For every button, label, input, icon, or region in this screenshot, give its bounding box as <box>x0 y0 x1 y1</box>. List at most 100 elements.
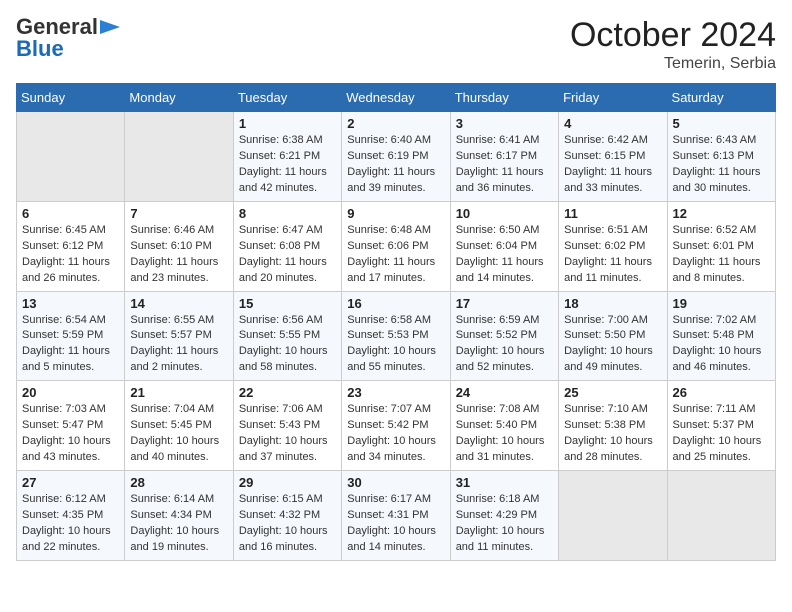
weekday-header-cell: Monday <box>125 84 233 112</box>
calendar-cell: 28Sunrise: 6:14 AMSunset: 4:34 PMDayligh… <box>125 471 233 561</box>
calendar-cell <box>667 471 775 561</box>
calendar-cell: 25Sunrise: 7:10 AMSunset: 5:38 PMDayligh… <box>559 381 667 471</box>
calendar-week-row: 13 Sunrise: 6:54 AMSunset: 5:59 PMDayligh… <box>17 291 776 381</box>
calendar-cell <box>125 112 233 202</box>
day-detail: Sunrise: 6:52 AMSunset: 6:01 PMDaylight:… <box>673 223 770 287</box>
day-number: 6 <box>22 206 119 221</box>
day-number: 15 <box>239 296 336 311</box>
page-header: General Blue October 2024 Temerin, Serbi… <box>16 16 776 73</box>
day-detail: Sunrise: 7:07 AMSunset: 5:42 PMDaylight:… <box>347 402 444 466</box>
day-detail: Sunrise: 6:43 AMSunset: 6:13 PMDaylight:… <box>673 133 770 197</box>
calendar-cell: 7 Sunrise: 6:46 AMSunset: 6:10 PMDaylight… <box>125 201 233 291</box>
calendar-cell: 14 Sunrise: 6:55 AMSunset: 5:57 PMDayligh… <box>125 291 233 381</box>
day-number: 22 <box>239 385 336 400</box>
day-number: 29 <box>239 475 336 490</box>
day-detail: Sunrise: 7:06 AMSunset: 5:43 PMDaylight:… <box>239 402 336 466</box>
day-detail: Sunrise: 6:56 AMSunset: 5:55 PMDaylight:… <box>239 313 336 377</box>
calendar-cell: 6 Sunrise: 6:45 AMSunset: 6:12 PMDaylight… <box>17 201 125 291</box>
day-detail: Sunrise: 6:47 AMSunset: 6:08 PMDaylight:… <box>239 223 336 287</box>
day-number: 11 <box>564 206 661 221</box>
logo-arrow-icon <box>100 20 120 34</box>
day-detail: Sunrise: 6:59 AMSunset: 5:52 PMDaylight:… <box>456 313 553 377</box>
day-detail: Sunrise: 7:10 AMSunset: 5:38 PMDaylight:… <box>564 402 661 466</box>
calendar-cell <box>17 112 125 202</box>
day-number: 7 <box>130 206 227 221</box>
calendar-table: SundayMondayTuesdayWednesdayThursdayFrid… <box>16 83 776 561</box>
day-number: 28 <box>130 475 227 490</box>
calendar-cell: 20 Sunrise: 7:03 AMSunset: 5:47 PMDayligh… <box>17 381 125 471</box>
logo-blue: Blue <box>16 36 64 62</box>
day-number: 2 <box>347 116 444 131</box>
day-detail: Sunrise: 6:41 AMSunset: 6:17 PMDaylight:… <box>456 133 553 197</box>
day-number: 23 <box>347 385 444 400</box>
calendar-cell: 11 Sunrise: 6:51 AMSunset: 6:02 PMDayligh… <box>559 201 667 291</box>
calendar-cell: 5 Sunrise: 6:43 AMSunset: 6:13 PMDaylight… <box>667 112 775 202</box>
logo-general: General <box>16 16 98 38</box>
day-number: 16 <box>347 296 444 311</box>
calendar-cell: 2Sunrise: 6:40 AMSunset: 6:19 PMDaylight… <box>342 112 450 202</box>
calendar-week-row: 1Sunrise: 6:38 AMSunset: 6:21 PMDaylight… <box>17 112 776 202</box>
day-number: 19 <box>673 296 770 311</box>
calendar-cell: 27Sunrise: 6:12 AMSunset: 4:35 PMDayligh… <box>17 471 125 561</box>
day-number: 17 <box>456 296 553 311</box>
day-detail: Sunrise: 7:02 AMSunset: 5:48 PMDaylight:… <box>673 313 770 377</box>
calendar-cell: 13 Sunrise: 6:54 AMSunset: 5:59 PMDayligh… <box>17 291 125 381</box>
calendar-cell: 3 Sunrise: 6:41 AMSunset: 6:17 PMDaylight… <box>450 112 558 202</box>
calendar-cell: 29 Sunrise: 6:15 AMSunset: 4:32 PMDayligh… <box>233 471 341 561</box>
day-detail: Sunrise: 6:45 AMSunset: 6:12 PMDaylight:… <box>22 223 119 287</box>
day-number: 20 <box>22 385 119 400</box>
day-detail: Sunrise: 6:46 AMSunset: 6:10 PMDaylight:… <box>130 223 227 287</box>
calendar-cell: 12 Sunrise: 6:52 AMSunset: 6:01 PMDayligh… <box>667 201 775 291</box>
day-number: 4 <box>564 116 661 131</box>
calendar-week-row: 6 Sunrise: 6:45 AMSunset: 6:12 PMDaylight… <box>17 201 776 291</box>
calendar-cell: 17 Sunrise: 6:59 AMSunset: 5:52 PMDayligh… <box>450 291 558 381</box>
calendar-cell: 4Sunrise: 6:42 AMSunset: 6:15 PMDaylight… <box>559 112 667 202</box>
calendar-cell: 16Sunrise: 6:58 AMSunset: 5:53 PMDayligh… <box>342 291 450 381</box>
weekday-header-row: SundayMondayTuesdayWednesdayThursdayFrid… <box>17 84 776 112</box>
weekday-header-cell: Saturday <box>667 84 775 112</box>
logo: General Blue <box>16 16 120 62</box>
calendar-cell: 18 Sunrise: 7:00 AMSunset: 5:50 PMDayligh… <box>559 291 667 381</box>
day-detail: Sunrise: 6:51 AMSunset: 6:02 PMDaylight:… <box>564 223 661 287</box>
day-number: 5 <box>673 116 770 131</box>
weekday-header-cell: Thursday <box>450 84 558 112</box>
day-number: 13 <box>22 296 119 311</box>
day-number: 21 <box>130 385 227 400</box>
weekday-header-cell: Tuesday <box>233 84 341 112</box>
day-number: 9 <box>347 206 444 221</box>
day-detail: Sunrise: 6:38 AMSunset: 6:21 PMDaylight:… <box>239 133 336 197</box>
day-number: 26 <box>673 385 770 400</box>
location-title: Temerin, Serbia <box>570 55 776 73</box>
day-detail: Sunrise: 6:50 AMSunset: 6:04 PMDaylight:… <box>456 223 553 287</box>
day-number: 24 <box>456 385 553 400</box>
day-number: 12 <box>673 206 770 221</box>
day-number: 18 <box>564 296 661 311</box>
calendar-week-row: 27Sunrise: 6:12 AMSunset: 4:35 PMDayligh… <box>17 471 776 561</box>
day-number: 3 <box>456 116 553 131</box>
day-number: 10 <box>456 206 553 221</box>
calendar-cell: 1Sunrise: 6:38 AMSunset: 6:21 PMDaylight… <box>233 112 341 202</box>
day-detail: Sunrise: 7:03 AMSunset: 5:47 PMDaylight:… <box>22 402 119 466</box>
calendar-cell: 8Sunrise: 6:47 AMSunset: 6:08 PMDaylight… <box>233 201 341 291</box>
day-detail: Sunrise: 6:54 AMSunset: 5:59 PMDaylight:… <box>22 313 119 377</box>
weekday-header-cell: Wednesday <box>342 84 450 112</box>
day-detail: Sunrise: 6:55 AMSunset: 5:57 PMDaylight:… <box>130 313 227 377</box>
calendar-cell: 26 Sunrise: 7:11 AMSunset: 5:37 PMDayligh… <box>667 381 775 471</box>
day-number: 31 <box>456 475 553 490</box>
calendar-cell: 9 Sunrise: 6:48 AMSunset: 6:06 PMDaylight… <box>342 201 450 291</box>
weekday-header-cell: Sunday <box>17 84 125 112</box>
calendar-cell: 21 Sunrise: 7:04 AMSunset: 5:45 PMDayligh… <box>125 381 233 471</box>
calendar-cell: 15 Sunrise: 6:56 AMSunset: 5:55 PMDayligh… <box>233 291 341 381</box>
day-detail: Sunrise: 7:11 AMSunset: 5:37 PMDaylight:… <box>673 402 770 466</box>
day-detail: Sunrise: 6:15 AMSunset: 4:32 PMDaylight:… <box>239 492 336 556</box>
calendar-cell <box>559 471 667 561</box>
day-number: 27 <box>22 475 119 490</box>
day-detail: Sunrise: 7:00 AMSunset: 5:50 PMDaylight:… <box>564 313 661 377</box>
day-number: 14 <box>130 296 227 311</box>
calendar-body: 1Sunrise: 6:38 AMSunset: 6:21 PMDaylight… <box>17 112 776 561</box>
day-detail: Sunrise: 6:48 AMSunset: 6:06 PMDaylight:… <box>347 223 444 287</box>
title-block: October 2024 Temerin, Serbia <box>570 16 776 73</box>
calendar-cell: 10 Sunrise: 6:50 AMSunset: 6:04 PMDayligh… <box>450 201 558 291</box>
month-title: October 2024 <box>570 16 776 55</box>
day-detail: Sunrise: 7:04 AMSunset: 5:45 PMDaylight:… <box>130 402 227 466</box>
